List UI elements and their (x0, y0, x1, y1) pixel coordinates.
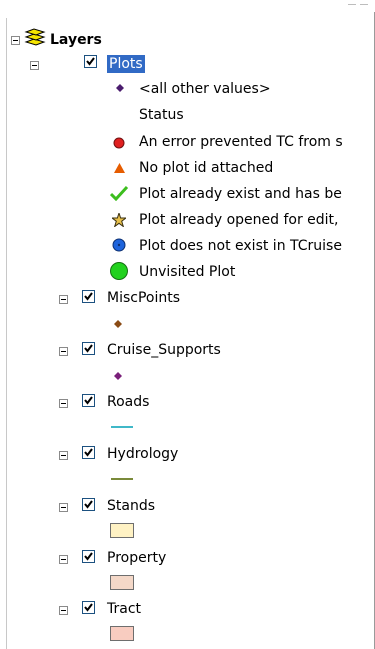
legend-label-unvisited-plot: Unvisited Plot (139, 264, 236, 280)
cruise-supports-visibility-checkbox[interactable] (82, 342, 95, 355)
collapse-miscpoints-toggle[interactable] (59, 295, 68, 304)
polygon-icon (110, 575, 134, 590)
collapse-cruise-supports-toggle[interactable] (59, 347, 68, 356)
polygon-icon (110, 523, 134, 538)
collapse-hydrology-toggle[interactable] (59, 451, 68, 460)
star-icon (112, 213, 126, 227)
miscpoints-visibility-checkbox[interactable] (82, 290, 95, 303)
diamond-icon (114, 320, 122, 328)
legend-label-opened-for-edit: Plot already opened for edit, (139, 212, 339, 228)
collapse-stands-toggle[interactable] (59, 503, 68, 512)
layers-icon (24, 28, 46, 46)
green-circle-icon (110, 262, 128, 280)
hydrology-visibility-checkbox[interactable] (82, 446, 95, 459)
legend-label-does-not-exist: Plot does not exist in TCruise (139, 238, 342, 254)
collapse-tract-toggle[interactable] (59, 606, 68, 615)
line-icon (111, 426, 133, 428)
blue-circle-icon (112, 238, 126, 252)
layer-label-cruise-supports[interactable]: Cruise_Supports (107, 341, 221, 359)
legend-label-plot-exists: Plot already exist and has be (139, 186, 342, 202)
layers-root-label[interactable]: Layers (50, 31, 102, 49)
panel-left-edge (6, 18, 7, 649)
layer-label-plots[interactable]: Plots (107, 55, 145, 73)
legend-heading-status: Status (139, 107, 184, 123)
legend-label-all-other-values: <all other values> (139, 81, 271, 97)
collapse-property-toggle[interactable] (59, 555, 68, 564)
polygon-icon (110, 626, 134, 641)
diamond-icon (116, 84, 124, 92)
property-visibility-checkbox[interactable] (82, 550, 95, 563)
panel-top-edge (0, 0, 375, 18)
collapse-plots-toggle[interactable] (30, 61, 39, 70)
green-check-icon (110, 185, 128, 201)
collapse-layers-toggle[interactable] (11, 36, 20, 45)
layer-label-miscpoints[interactable]: MiscPoints (107, 289, 180, 307)
diamond-icon (114, 372, 122, 380)
legend-label-error: An error prevented TC from s (139, 134, 343, 150)
collapse-roads-toggle[interactable] (59, 399, 68, 408)
tract-visibility-checkbox[interactable] (82, 601, 95, 614)
orange-triangle-icon (114, 163, 125, 173)
layer-label-property[interactable]: Property (107, 549, 166, 567)
table-of-contents-panel: Layers Plots <all other values> Status A… (0, 0, 375, 649)
red-circle-icon (113, 137, 125, 149)
layer-label-tract[interactable]: Tract (107, 600, 141, 618)
layer-label-roads[interactable]: Roads (107, 393, 149, 411)
layer-label-hydrology[interactable]: Hydrology (107, 445, 178, 463)
layer-label-stands[interactable]: Stands (107, 497, 155, 515)
plots-visibility-checkbox[interactable] (84, 55, 97, 68)
legend-label-no-plot-id: No plot id attached (139, 160, 274, 176)
roads-visibility-checkbox[interactable] (82, 394, 95, 407)
line-icon (111, 478, 133, 480)
stands-visibility-checkbox[interactable] (82, 498, 95, 511)
